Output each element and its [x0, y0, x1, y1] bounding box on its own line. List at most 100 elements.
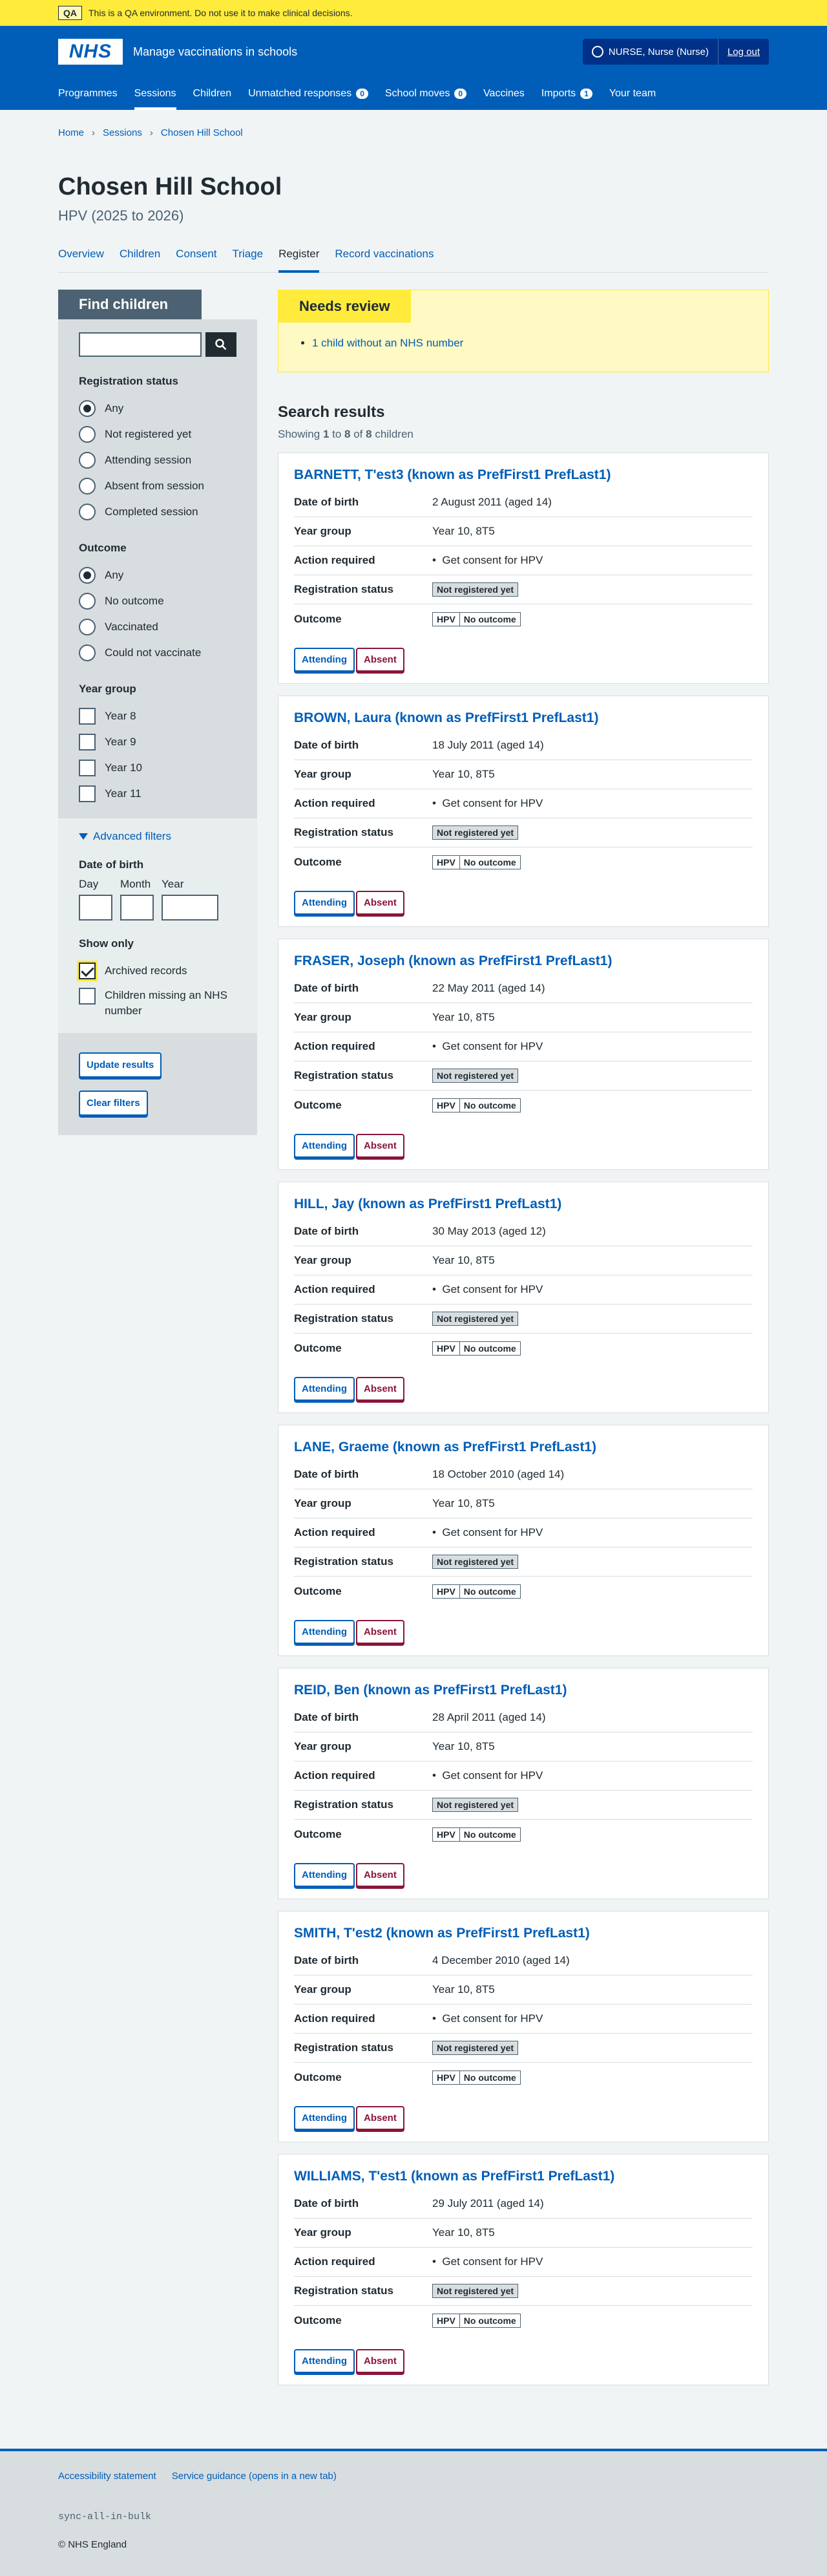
dob-day-input[interactable]	[79, 895, 112, 921]
needs-review-panel: Needs review 1 child without an NHS numb…	[278, 290, 769, 372]
breadcrumb-sessions[interactable]: Sessions	[103, 127, 142, 138]
year-group-label: Year group	[294, 1740, 351, 1752]
accessibility-link[interactable]: Accessibility statement	[58, 2471, 156, 2482]
year-option-10[interactable]: Year 10	[79, 755, 236, 781]
programme-tag: HPV	[432, 1827, 460, 1842]
reg-option-any[interactable]: Any	[79, 396, 236, 421]
outcome-option-could-not[interactable]: Could not vaccinate	[79, 640, 236, 666]
radio[interactable]	[79, 478, 96, 495]
tab-register[interactable]: Register	[278, 244, 320, 273]
reg-option-absent[interactable]: Absent from session	[79, 473, 236, 499]
search-button[interactable]	[205, 332, 236, 357]
action-required-label: Action required	[294, 1283, 375, 1295]
reg-option-not-registered[interactable]: Not registered yet	[79, 421, 236, 447]
nav-programmes[interactable]: Programmes	[58, 78, 118, 110]
radio[interactable]	[79, 504, 96, 520]
year-option-8[interactable]: Year 8	[79, 703, 236, 729]
registration-status-tag: Not registered yet	[432, 1069, 519, 1083]
radio-selected[interactable]	[79, 567, 96, 584]
checkbox[interactable]	[79, 760, 96, 776]
child-name-link[interactable]: FRASER, Joseph (known as PrefFirst1 Pref…	[294, 953, 612, 968]
tab-overview[interactable]: Overview	[58, 244, 104, 272]
radio[interactable]	[79, 426, 96, 443]
clear-filters-button[interactable]: Clear filters	[79, 1090, 148, 1116]
month-label: Month	[120, 878, 151, 890]
attending-button[interactable]: Attending	[294, 2349, 355, 2373]
nav-imports[interactable]: Imports 1	[541, 78, 592, 110]
archived-records-option[interactable]: Archived records	[79, 958, 236, 984]
service-name[interactable]: Manage vaccinations in schools	[133, 45, 583, 59]
attending-button[interactable]: Attending	[294, 2106, 355, 2130]
attending-button[interactable]: Attending	[294, 1134, 355, 1158]
absent-button[interactable]: Absent	[355, 1134, 404, 1158]
nav-your-team[interactable]: Your team	[609, 78, 656, 110]
attending-button[interactable]: Attending	[294, 891, 355, 915]
tab-triage[interactable]: Triage	[233, 244, 264, 272]
tab-consent[interactable]: Consent	[176, 244, 216, 272]
absent-button[interactable]: Absent	[355, 1620, 404, 1644]
radio[interactable]	[79, 593, 96, 610]
radio[interactable]	[79, 452, 96, 469]
breadcrumb-home[interactable]: Home	[58, 127, 84, 138]
checkbox[interactable]	[79, 988, 96, 1005]
advanced-filters-toggle[interactable]: Advanced filters	[79, 830, 236, 843]
nhs-logo[interactable]: NHS	[58, 39, 123, 65]
child-name-link[interactable]: SMITH, T'est2 (known as PrefFirst1 PrefL…	[294, 1926, 590, 1941]
needs-review-link[interactable]: 1 child without an NHS number	[312, 337, 463, 349]
update-results-button[interactable]: Update results	[79, 1052, 162, 1078]
outcome-option-any[interactable]: Any	[79, 562, 236, 588]
dob-month-input[interactable]	[120, 895, 154, 921]
absent-button[interactable]: Absent	[355, 1863, 404, 1887]
dob-value: 29 July 2011 (aged 14)	[432, 2197, 544, 2209]
attending-button[interactable]: Attending	[294, 1620, 355, 1644]
breadcrumb-school[interactable]: Chosen Hill School	[161, 127, 243, 138]
qa-tag: QA	[58, 6, 82, 20]
radio[interactable]	[79, 644, 96, 661]
absent-button[interactable]: Absent	[355, 891, 404, 915]
radio[interactable]	[79, 619, 96, 635]
user-name: NURSE, Nurse (Nurse)	[608, 46, 709, 58]
reg-option-completed[interactable]: Completed session	[79, 499, 236, 525]
logout-link[interactable]: Log out	[718, 47, 769, 58]
tab-children[interactable]: Children	[120, 244, 160, 272]
dob-year-input[interactable]	[162, 895, 218, 921]
attending-button[interactable]: Attending	[294, 1863, 355, 1887]
year-option-9[interactable]: Year 9	[79, 729, 236, 755]
action-required-value: • Get consent for HPV	[432, 1526, 543, 1538]
checkbox[interactable]	[79, 708, 96, 725]
search-input[interactable]	[79, 332, 202, 357]
checkbox[interactable]	[79, 785, 96, 802]
child-name-link[interactable]: REID, Ben (known as PrefFirst1 PrefLast1…	[294, 1683, 567, 1698]
absent-button[interactable]: Absent	[355, 1377, 404, 1401]
absent-button[interactable]: Absent	[355, 2349, 404, 2373]
child-card: BARNETT, T'est3 (known as PrefFirst1 Pre…	[278, 452, 769, 684]
outcome-option-no-outcome[interactable]: No outcome	[79, 588, 236, 614]
year-option-11[interactable]: Year 11	[79, 781, 236, 807]
attending-button[interactable]: Attending	[294, 1377, 355, 1401]
radio-selected[interactable]	[79, 400, 96, 417]
programme-tag: HPV	[432, 2313, 460, 2328]
dob-label: Date of birth	[294, 2197, 359, 2209]
attending-button[interactable]: Attending	[294, 648, 355, 672]
tab-record-vaccinations[interactable]: Record vaccinations	[335, 244, 434, 272]
checkbox[interactable]	[79, 734, 96, 750]
nav-children[interactable]: Children	[193, 78, 232, 110]
reg-option-attending[interactable]: Attending session	[79, 447, 236, 473]
child-name-link[interactable]: BARNETT, T'est3 (known as PrefFirst1 Pre…	[294, 467, 611, 482]
child-name-link[interactable]: BROWN, Laura (known as PrefFirst1 PrefLa…	[294, 710, 598, 725]
missing-nhs-option[interactable]: Children missing an NHS number	[79, 988, 236, 1019]
checkbox-checked[interactable]	[79, 963, 96, 979]
absent-button[interactable]: Absent	[355, 2106, 404, 2130]
outcome-option-vaccinated[interactable]: Vaccinated	[79, 614, 236, 640]
nav-school-moves[interactable]: School moves 0	[385, 78, 467, 110]
child-name-link[interactable]: HILL, Jay (known as PrefFirst1 PrefLast1…	[294, 1197, 561, 1211]
year-group-label: Year group	[294, 1983, 351, 1996]
nav-vaccines[interactable]: Vaccines	[483, 78, 525, 110]
child-name-link[interactable]: LANE, Graeme (known as PrefFirst1 PrefLa…	[294, 1440, 596, 1454]
child-name-link[interactable]: WILLIAMS, T'est1 (known as PrefFirst1 Pr…	[294, 2169, 614, 2184]
absent-button[interactable]: Absent	[355, 648, 404, 672]
nav-unmatched-responses[interactable]: Unmatched responses 0	[248, 78, 368, 110]
service-guidance-link[interactable]: Service guidance (opens in a new tab)	[172, 2471, 337, 2482]
nav-sessions[interactable]: Sessions	[134, 78, 176, 110]
action-required-label: Action required	[294, 1526, 375, 1538]
